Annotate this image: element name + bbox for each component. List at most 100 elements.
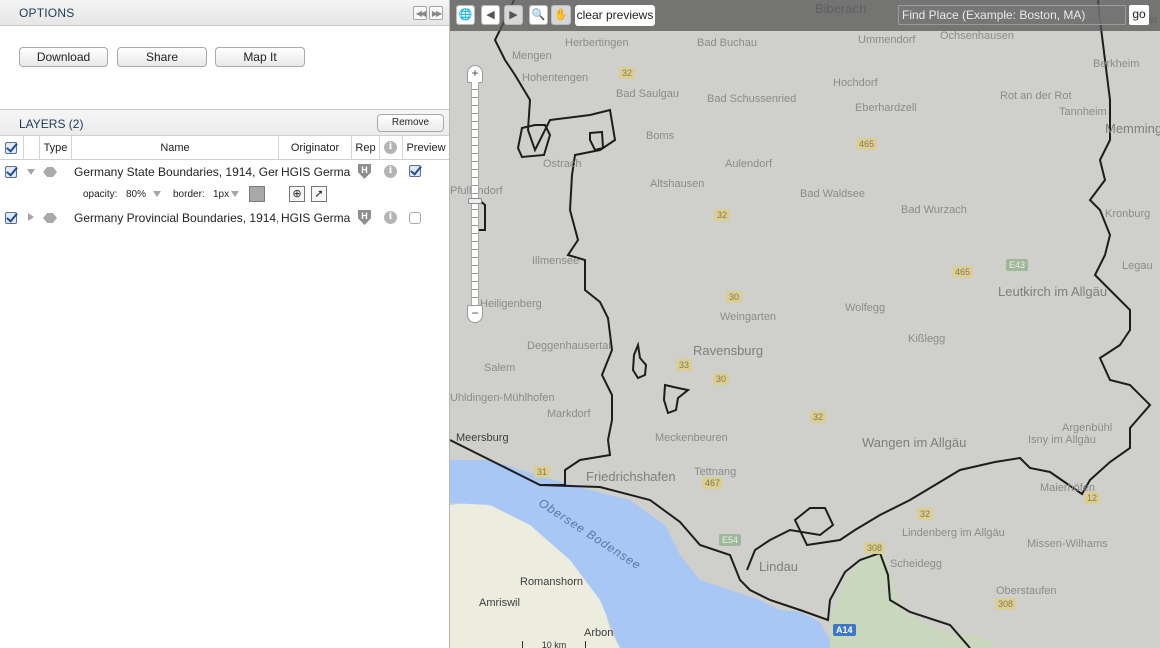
place-label: Hohentengen <box>522 72 589 84</box>
back-arrow-icon[interactable]: ◀ <box>481 5 500 25</box>
column-rep[interactable]: Rep <box>352 136 380 160</box>
layer-visible-checkbox[interactable] <box>5 212 17 224</box>
road-shield: E43 <box>1006 259 1029 271</box>
map-toolbar: 🌐 ◀ ▶ 🔍 ✋ clear previews go <box>450 0 1160 31</box>
place-label: Isny im Allgäu <box>1028 434 1096 446</box>
column-originator[interactable]: Originator <box>279 136 352 160</box>
road-shield: 467 <box>702 477 724 489</box>
layer-row[interactable]: Germany State Boundaries, 1914, Germany … <box>0 160 449 183</box>
layer-visible-checkbox[interactable] <box>5 166 17 178</box>
zoom-in-button[interactable]: + <box>467 65 483 83</box>
place-label: Ostrach <box>543 158 582 170</box>
road-shield: 465 <box>952 266 974 278</box>
road-shield: 32 <box>917 508 934 520</box>
layer-name[interactable]: Germany Provincial Boundaries, 1914, HGI… <box>74 211 278 225</box>
layer-originator: HGIS Germany <box>281 165 351 179</box>
road-shield: 12 <box>1084 492 1101 504</box>
place-label: Tannheim <box>1059 106 1107 118</box>
place-label: Berkheim <box>1093 58 1140 70</box>
place-label: Kronburg <box>1105 208 1151 220</box>
column-info: i <box>380 136 403 160</box>
layer-info-icon[interactable]: i <box>384 211 397 224</box>
harvard-shield-icon: H <box>358 164 371 179</box>
fast-forward-icon[interactable]: ▶▶ <box>429 6 443 20</box>
place-label: Markdorf <box>547 408 591 420</box>
place-label: Bad Buchau <box>697 37 757 49</box>
pan-hand-icon[interactable]: ✋ <box>551 5 571 25</box>
layer-name[interactable]: Germany State Boundaries, 1914, Germany <box>74 165 278 179</box>
download-button[interactable]: Download <box>19 47 108 67</box>
place-label: Weingarten <box>720 311 777 323</box>
place-label: Romanshorn <box>520 576 583 588</box>
place-label: Legau <box>1122 260 1153 272</box>
place-label: Argenbühl <box>1062 422 1113 434</box>
share-button[interactable]: Share <box>117 47 207 67</box>
map-view[interactable]: BiberachHerbertingenBad BuchauUmmendorfO… <box>450 0 1160 648</box>
place-label: Oberstaufen <box>996 585 1057 597</box>
place-label: Leutkirch im Allgäu <box>998 284 1108 299</box>
place-label: Bad Saulgau <box>616 88 679 100</box>
place-label: Lindau <box>759 559 799 574</box>
globe-icon[interactable]: 🌐 <box>456 5 475 25</box>
scale-bar: 10 km <box>522 641 586 648</box>
zoom-track[interactable] <box>471 82 479 306</box>
zoom-to-layer-icon[interactable]: ⊕ <box>289 186 305 202</box>
fill-color-swatch[interactable] <box>249 186 265 202</box>
opacity-value[interactable]: 80% <box>126 189 146 200</box>
column-type[interactable]: Type <box>40 136 72 160</box>
border-value[interactable]: 1px <box>213 189 229 200</box>
clear-previews-button[interactable]: clear previews <box>575 5 655 26</box>
place-label: Rot an der Rot <box>1000 90 1072 102</box>
layer-style-row: opacity: 80% border: 1px ⊕ ➚ <box>0 183 449 206</box>
place-label: Ummendorf <box>858 34 916 46</box>
place-label: Bad Schussenried <box>707 93 797 105</box>
place-label: Herbertingen <box>565 37 629 49</box>
column-preview[interactable]: Preview <box>403 136 449 160</box>
place-label: Friedrichshafen <box>586 469 676 484</box>
zoom-box-icon[interactable]: 🔍 <box>529 5 548 25</box>
identify-feature-icon[interactable]: ➚ <box>311 186 327 202</box>
place-label: Hochdorf <box>833 77 878 89</box>
info-icon: i <box>384 141 397 154</box>
zoom-slider[interactable]: + − <box>467 65 483 323</box>
go-button[interactable]: go <box>1129 5 1149 25</box>
forward-arrow-icon[interactable]: ▶ <box>504 5 523 25</box>
rewind-icon[interactable]: ◀◀ <box>413 6 427 20</box>
place-label: Ravensburg <box>693 343 764 358</box>
layers-title: LAYERS (2) <box>19 117 84 131</box>
road-shield: 32 <box>714 209 731 221</box>
opacity-dropdown-icon[interactable] <box>153 191 161 197</box>
opacity-label: opacity: <box>83 189 118 200</box>
layer-row[interactable]: Germany Provincial Boundaries, 1914, HGI… <box>0 206 449 229</box>
remove-button[interactable]: Remove <box>377 114 444 132</box>
map-it-button[interactable]: Map It <box>215 47 305 67</box>
road-shield: 33 <box>676 359 693 371</box>
place-label: Heiligenberg <box>480 298 542 310</box>
road-shield: 32 <box>619 67 636 79</box>
preview-checkbox[interactable] <box>409 212 421 224</box>
collapse-arrow-icon[interactable] <box>27 169 35 175</box>
place-label: Scheidegg <box>890 558 942 570</box>
place-label: Lindenberg im Allgäu <box>902 527 1005 539</box>
layer-originator: HGIS Germany <box>281 211 351 225</box>
place-label: Bad Wurzach <box>901 204 967 216</box>
place-label: Ochsenhausen <box>940 30 1014 42</box>
find-place-input[interactable] <box>898 5 1126 25</box>
road-shield: 30 <box>713 373 730 385</box>
zoom-handle[interactable] <box>468 198 482 204</box>
place-label: Bad Waldsee <box>800 188 866 200</box>
place-label: Wolfegg <box>845 302 886 314</box>
border-dropdown-icon[interactable] <box>231 191 239 197</box>
preview-checkbox[interactable] <box>409 165 421 177</box>
expand-arrow-icon[interactable] <box>28 213 34 221</box>
place-label: Aulendorf <box>725 158 773 170</box>
layer-info-icon[interactable]: i <box>384 165 397 178</box>
zoom-out-button[interactable]: − <box>467 305 483 323</box>
column-name[interactable]: Name <box>72 136 279 160</box>
options-title: OPTIONS <box>19 6 75 20</box>
place-label: Meckenbeuren <box>655 432 728 444</box>
place-label: Mengen <box>512 50 552 62</box>
layers-header: LAYERS (2) Remove <box>0 110 449 136</box>
layers-table-header: Type Name Originator Rep i Preview <box>0 136 449 160</box>
select-all-checkbox[interactable] <box>5 142 17 154</box>
